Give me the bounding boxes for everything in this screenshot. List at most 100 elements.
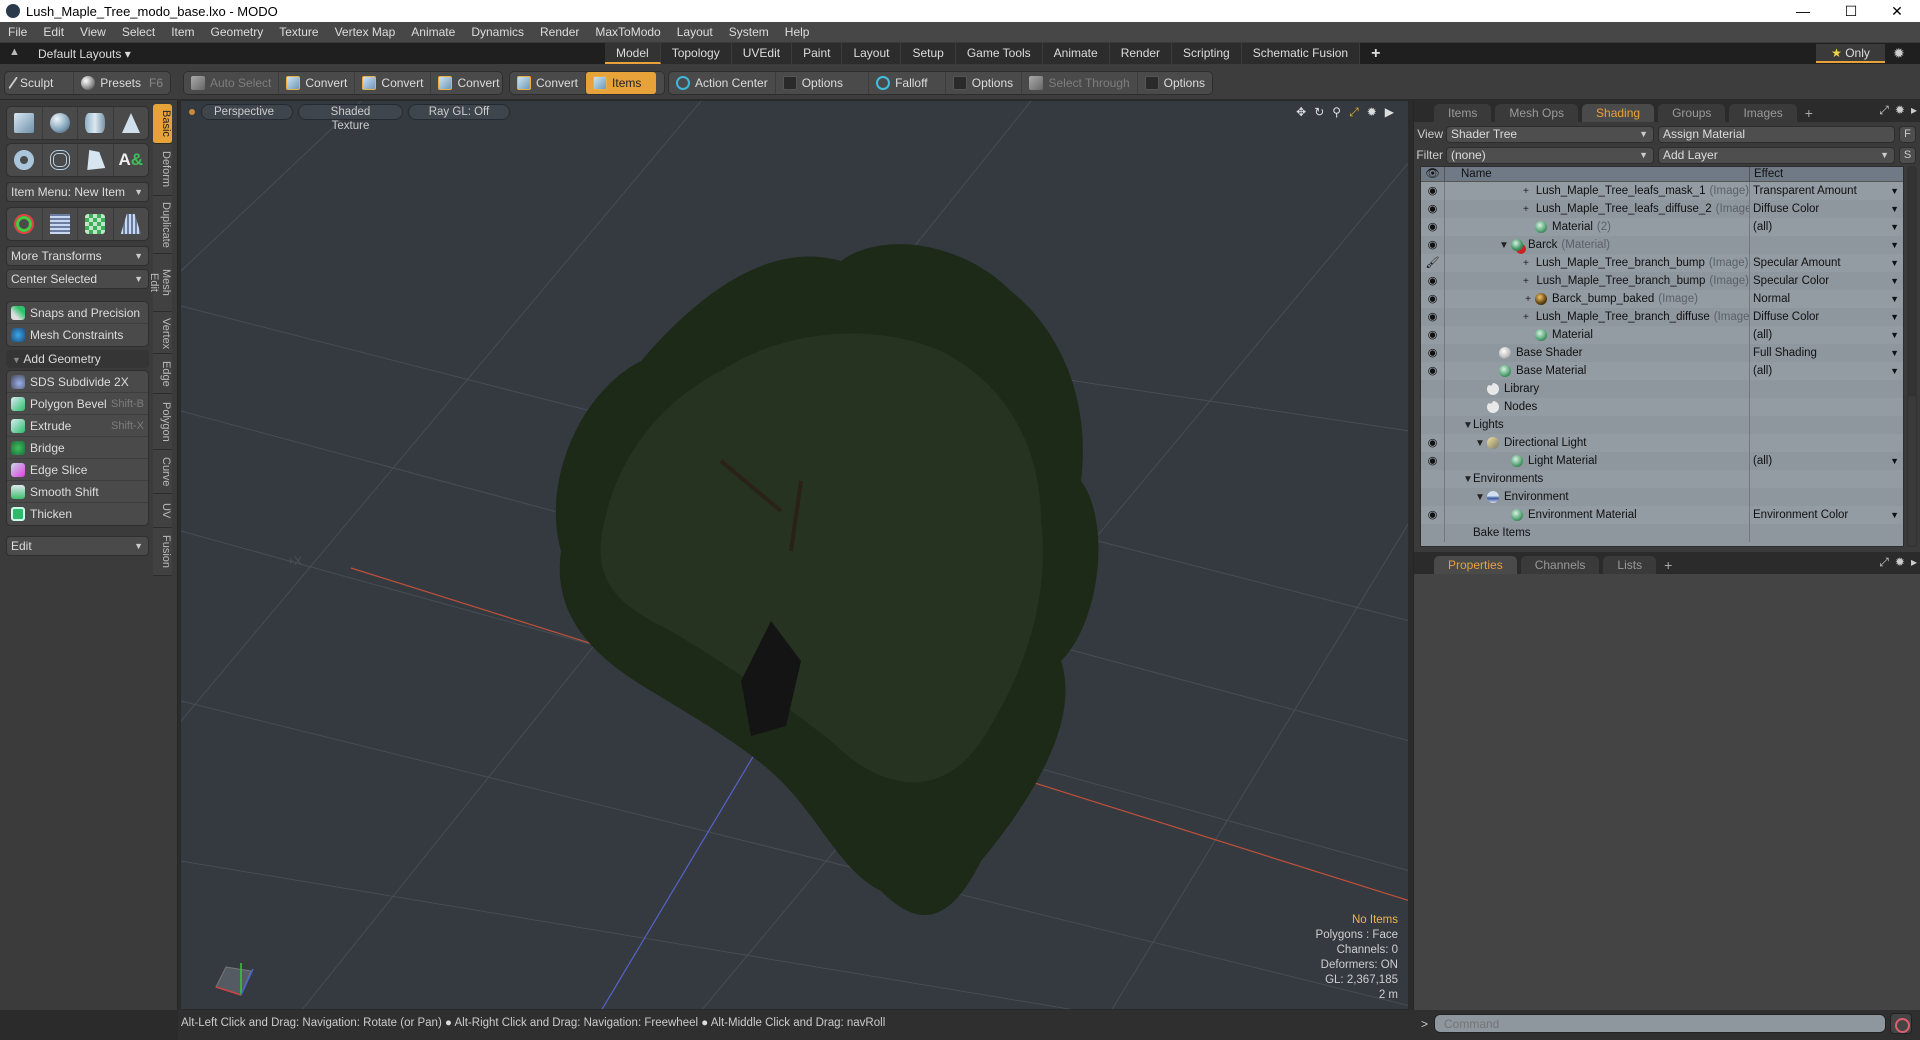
bridge-button[interactable]: Bridge [7, 437, 148, 459]
vtab-duplicate[interactable]: Duplicate [153, 196, 172, 254]
shader-tree-row[interactable]: ◉ Environment Material Environment Color ▼ [1421, 506, 1903, 524]
menu-texture[interactable]: Texture [271, 25, 326, 39]
effect-cell[interactable]: (all) ▼ [1750, 452, 1903, 470]
row-name-cell[interactable]: + Barck_bump_baked (Image) [1445, 290, 1750, 308]
smooth-shift-button[interactable]: Smooth Shift [7, 481, 148, 503]
layout-tab-scripting[interactable]: Scripting [1172, 43, 1242, 64]
default-layouts-dropdown[interactable]: Default Layouts ▾ [38, 47, 131, 61]
add-layout-tab-button[interactable]: + [1360, 43, 1391, 64]
chevron-down-icon[interactable]: ▼ [1890, 272, 1899, 290]
visibility-eye-icon[interactable]: ◉ [1421, 452, 1445, 470]
visibility-eye-icon[interactable]: ◉ [1421, 326, 1445, 344]
add-layer-dropdown[interactable]: Add Layer ▼ [1658, 146, 1895, 164]
panel-menu-arrow-icon[interactable]: ▸ [1911, 555, 1917, 570]
row-name-cell[interactable]: ▼ Environment [1445, 488, 1750, 506]
expand-plus-icon[interactable]: + [1523, 258, 1529, 269]
edit-dropdown[interactable]: Edit ▼ [6, 536, 149, 556]
expand-arrow-icon[interactable]: ▶ [1385, 105, 1394, 120]
collapse-triangle-icon[interactable]: ▼ [1463, 420, 1473, 431]
shader-tree-row[interactable]: ◉ ▼ Directional Light [1421, 434, 1903, 452]
layout-tab-model[interactable]: Model [605, 43, 661, 64]
expand-plus-icon[interactable]: + [1523, 276, 1529, 287]
visibility-eye-icon[interactable]: ◉ [1421, 290, 1445, 308]
pen-tool-button[interactable] [78, 144, 114, 176]
menu-maxtomodo[interactable]: MaxToModo [587, 25, 668, 39]
assign-material-button[interactable]: Assign Material [1658, 125, 1895, 143]
effect-cell[interactable]: Diffuse Color ▼ [1750, 308, 1903, 326]
row-name-cell[interactable]: ▼ Lights [1445, 416, 1750, 434]
thicken-button[interactable]: Thicken [7, 503, 148, 525]
presets-button[interactable]: Presets F6 [74, 72, 170, 94]
effect-cell[interactable]: Specular Amount ▼ [1750, 254, 1903, 272]
visibility-empty[interactable] [1421, 380, 1445, 398]
chevron-down-icon[interactable]: ▼ [1890, 452, 1899, 470]
row-name-cell[interactable]: + Lush_Maple_Tree_leafs_mask_1(Image) (2) [1445, 182, 1750, 200]
expand-plus-icon[interactable]: + [1523, 186, 1529, 197]
row-name-cell[interactable]: Material [1445, 326, 1750, 344]
effect-cell[interactable]: ▼ [1750, 236, 1903, 254]
view-select[interactable]: Shader Tree ▼ [1446, 125, 1654, 143]
s-button[interactable]: S [1899, 146, 1916, 164]
vtab-basic[interactable]: Basic [153, 104, 172, 144]
shader-tree-row[interactable]: Bake Items [1421, 524, 1903, 542]
effect-cell[interactable]: (all) ▼ [1750, 218, 1903, 236]
menu-select[interactable]: Select [114, 25, 163, 39]
row-name-cell[interactable]: + Lush_Maple_Tree_branch_diffuse (Image) [1445, 308, 1750, 326]
visibility-eye-icon[interactable]: ◉ [1421, 182, 1445, 200]
shader-tree-row[interactable]: ◉ Material (all) ▼ [1421, 326, 1903, 344]
shader-tree-row[interactable]: ◉ + Lush_Maple_Tree_branch_bump (Image) Spec… [1421, 272, 1903, 290]
visibility-eye-icon[interactable]: ◉ [1421, 362, 1445, 380]
tab-lists[interactable]: Lists [1603, 556, 1657, 574]
shader-tree-row[interactable]: ◉ + Lush_Maple_Tree_leafs_mask_1(Image) (2… [1421, 182, 1903, 200]
text-primitive-button[interactable]: A& [114, 144, 149, 176]
visibility-eye-icon[interactable]: ◉ [1421, 200, 1445, 218]
expand-plus-icon[interactable]: + [1523, 204, 1529, 215]
layout-tab-game-tools[interactable]: Game Tools [955, 43, 1043, 64]
layout-tab-setup[interactable]: Setup [901, 43, 956, 64]
vtab-vertex[interactable]: Vertex [153, 312, 172, 354]
extrude-button[interactable]: Extrude Shift-X [7, 415, 148, 437]
vtab-edge[interactable]: Edge [153, 354, 172, 394]
name-column-header[interactable]: Name [1445, 167, 1750, 181]
effect-cell[interactable]: Full Shading ▼ [1750, 344, 1903, 362]
collapse-up-icon[interactable]: ▲ [9, 46, 20, 58]
chevron-down-icon[interactable]: ▼ [1890, 308, 1899, 326]
expand-panel-icon[interactable]: ⤢ [1879, 555, 1889, 570]
falloff-options-button[interactable]: Options [946, 72, 1023, 94]
polygon-bevel-button[interactable]: Polygon Bevel Shift-B [7, 393, 148, 415]
chevron-down-icon[interactable]: ▼ [1890, 362, 1899, 380]
viewport-options-dot[interactable] [189, 109, 195, 115]
visibility-eye-icon[interactable]: ◉ [1421, 272, 1445, 290]
raygl-button[interactable]: Ray GL: Off [408, 104, 510, 120]
chevron-down-icon[interactable]: ▼ [1890, 254, 1899, 272]
row-name-cell[interactable]: ▼ Barck (Material) [1445, 236, 1750, 254]
more-transforms-dropdown[interactable]: More Transforms ▼ [6, 246, 149, 266]
tab-items[interactable]: Items [1434, 104, 1492, 122]
menu-view[interactable]: View [72, 25, 114, 39]
rotate-icon[interactable]: ↻ [1314, 105, 1324, 120]
viewport-gear-icon[interactable]: ✹ [1367, 105, 1377, 120]
visibility-eye-icon[interactable]: ◉ [1421, 434, 1445, 452]
chevron-down-icon[interactable]: ▼ [1890, 236, 1899, 254]
shader-tree-row[interactable]: ▼ Lights [1421, 416, 1903, 434]
effect-cell[interactable]: Transparent Amount ▼ [1750, 182, 1903, 200]
f-button[interactable]: F [1899, 125, 1916, 143]
menu-file[interactable]: File [0, 25, 35, 39]
layout-tab-schematic-fusion[interactable]: Schematic Fusion [1241, 43, 1361, 64]
tab-properties[interactable]: Properties [1434, 556, 1517, 574]
taper-button[interactable] [114, 208, 149, 240]
item-menu-dropdown[interactable]: Item Menu: New Item ▼ [6, 182, 149, 202]
convert-items-button[interactable]: Convert [510, 72, 587, 94]
collapse-triangle-icon[interactable]: ▼ [1475, 438, 1485, 449]
select-through-options-button[interactable]: Options [1138, 72, 1212, 94]
deform-grid-button[interactable] [43, 208, 78, 240]
paint-brush-icon[interactable]: 🖌 [1421, 254, 1445, 272]
effect-cell[interactable]: Specular Color ▼ [1750, 272, 1903, 290]
pan-icon[interactable]: ✥ [1296, 105, 1306, 120]
tab-groups[interactable]: Groups [1658, 104, 1726, 122]
row-name-cell[interactable]: + Lush_Maple_Tree_branch_bump(Image) (2) [1445, 254, 1750, 272]
shader-tree-row[interactable]: 🖌 + Lush_Maple_Tree_branch_bump(Image) (2)… [1421, 254, 1903, 272]
effect-cell[interactable]: Environment Color ▼ [1750, 506, 1903, 524]
minimize-button[interactable]: — [1780, 0, 1826, 22]
expand-plus-icon[interactable]: + [1523, 294, 1533, 305]
